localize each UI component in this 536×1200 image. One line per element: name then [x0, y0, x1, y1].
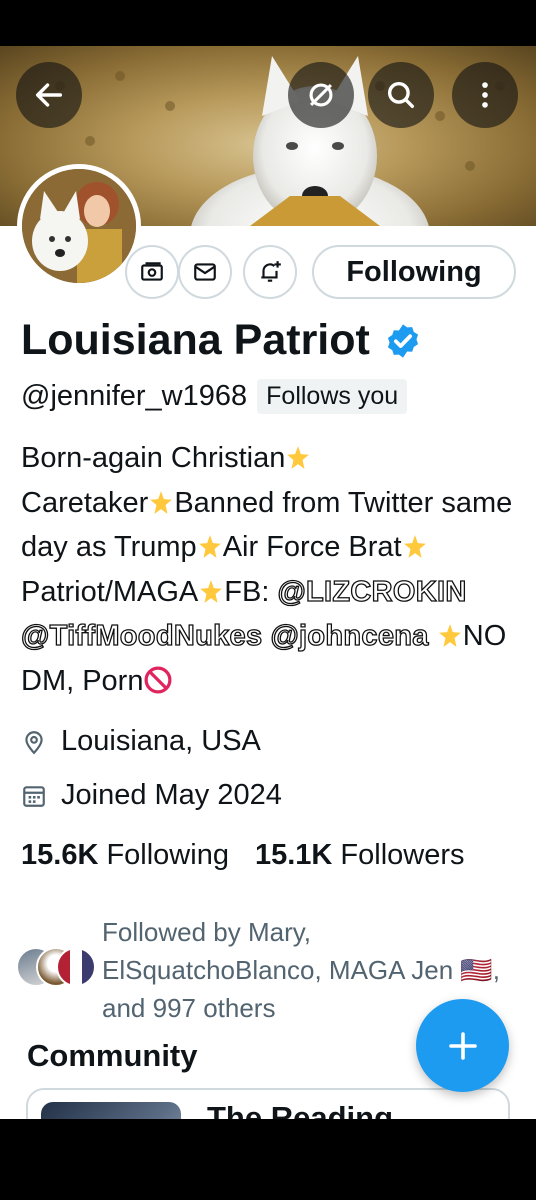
followed-by-avatars — [16, 947, 102, 997]
bio-mention-johncena[interactable]: @johncena — [270, 619, 429, 652]
bio-part: Caretaker — [21, 486, 149, 519]
joined-text: Joined May 2024 — [61, 779, 282, 811]
bell-plus-icon — [261, 261, 281, 282]
location-pin-icon — [25, 730, 43, 754]
followers-count-link[interactable]: 15.1K Followers — [255, 839, 465, 872]
glowing-star-icon — [200, 579, 223, 603]
user-handle: @jennifer_w1968 — [21, 380, 248, 412]
following-button[interactable]: Following — [312, 245, 516, 299]
more-vertical-icon — [482, 82, 488, 108]
calendar-icon — [23, 785, 45, 807]
more-button[interactable] — [452, 62, 518, 128]
glowing-star-icon — [150, 490, 173, 514]
glowing-star-icon — [198, 535, 221, 558]
avatar — [56, 947, 96, 987]
community-card[interactable]: The Reading — [26, 1088, 510, 1119]
avatar-image — [22, 169, 136, 283]
community-heading: Community — [27, 1038, 198, 1073]
back-arrow-icon — [35, 83, 63, 107]
mute-button[interactable] — [288, 62, 354, 128]
followers-label: Followers — [340, 839, 465, 871]
compose-fab[interactable] — [416, 999, 509, 1092]
followers-count: 15.1K — [254, 839, 333, 871]
notifications-button[interactable] — [243, 245, 297, 299]
message-button[interactable] — [178, 245, 232, 299]
display-name: Louisiana Patriot — [21, 316, 422, 365]
profile-bio: Born-again Christian Caretaker Banned fro… — [20, 436, 526, 703]
search-button[interactable] — [368, 62, 434, 128]
location-row: Louisiana, USA — [21, 725, 261, 758]
bio-part: Patriot/MAGA — [21, 575, 199, 608]
follow-counts: 15.6K Following 15.1K Followers — [21, 839, 465, 872]
glowing-star-icon — [403, 535, 426, 558]
mute-off-icon — [309, 83, 333, 107]
following-count-link[interactable]: 15.6K Following — [21, 839, 229, 872]
back-button[interactable] — [16, 62, 82, 128]
search-icon — [387, 81, 415, 109]
message-icon — [194, 263, 216, 281]
community-card-title: The Reading — [207, 1100, 394, 1119]
verified-badge-icon[interactable] — [384, 322, 422, 360]
following-label: Following — [106, 839, 229, 871]
bio-part: Air Force Brat — [222, 531, 402, 563]
profile-screen: Following Louisiana Patriot @jennifer_w1… — [0, 46, 536, 1119]
glowing-star-icon — [438, 624, 461, 647]
bio-mention-lizcrokin[interactable]: @LIZCROKIN — [277, 575, 467, 608]
plus-icon — [448, 1031, 477, 1060]
tip-button[interactable] — [125, 245, 179, 299]
bio-part: FB: — [224, 575, 278, 608]
location-text: Louisiana, USA — [61, 725, 261, 757]
handle-row: @jennifer_w1968 Follows you — [21, 379, 408, 414]
community-card-image — [41, 1102, 181, 1119]
prohibited-icon — [144, 666, 172, 693]
profile-avatar[interactable] — [17, 164, 141, 288]
glowing-star-icon — [287, 446, 310, 469]
bio-mention-tiffmoodnukes[interactable]: @TiffMoodNukes — [20, 619, 262, 652]
display-name-text: Louisiana Patriot — [21, 316, 370, 364]
money-icon — [141, 262, 163, 281]
bio-part: Born-again Christian — [21, 442, 286, 474]
following-count: 15.6K — [21, 839, 99, 871]
follows-you-badge: Follows you — [257, 379, 408, 414]
joined-row: Joined May 2024 — [21, 779, 282, 812]
